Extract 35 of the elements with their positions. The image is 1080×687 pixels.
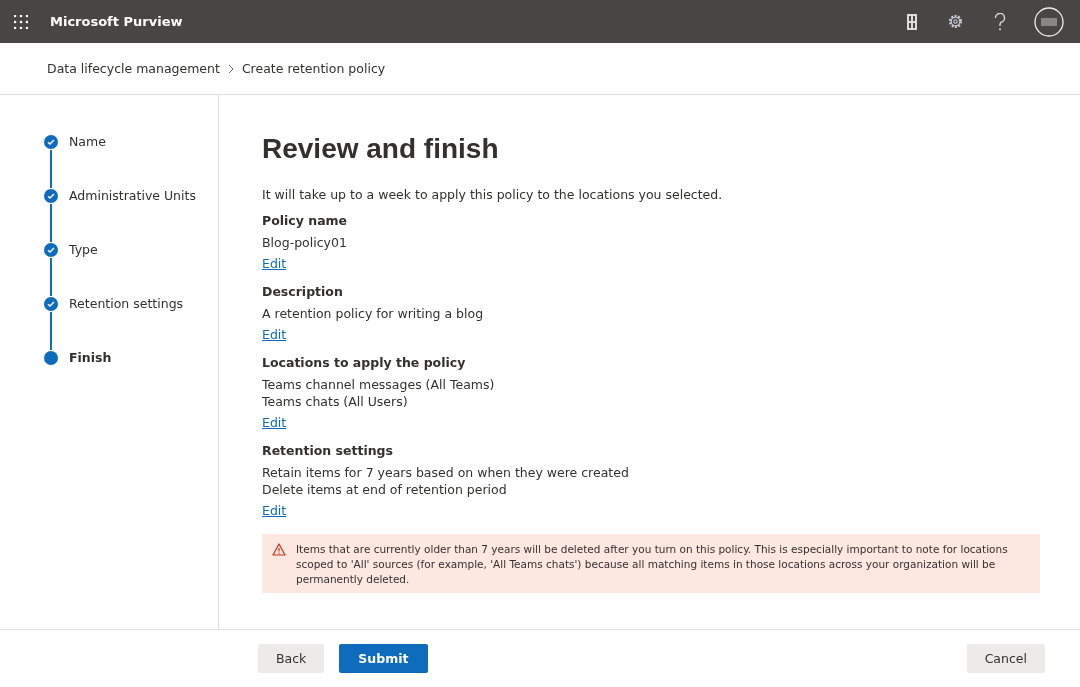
cancel-button[interactable]: Cancel [966, 644, 1045, 673]
section-heading: Retention settings [262, 442, 394, 459]
avatar-icon[interactable] [1034, 6, 1064, 37]
step-label[interactable]: Finish [69, 351, 112, 365]
section-heading: Locations to apply the policy [262, 354, 467, 371]
grid-icon[interactable] [907, 13, 917, 30]
section-value: A retention policy for writing a blog [262, 305, 485, 322]
app-launcher-icon[interactable] [14, 14, 28, 29]
section-value: Blog-policy01 [262, 234, 348, 251]
submit-button[interactable]: Submit [339, 644, 428, 673]
page-title: Review and finish [262, 133, 500, 165]
section-heading: Policy name [262, 212, 349, 229]
section-value: Teams chats (All Users) [262, 393, 409, 410]
section-value: Teams channel messages (All Teams) [262, 376, 496, 393]
section-heading: Description [262, 283, 344, 300]
step-label[interactable]: Retention settings [69, 297, 184, 351]
back-button[interactable]: Back [258, 644, 325, 673]
help-icon[interactable] [994, 12, 1006, 31]
section-value: Retain items for 7 years based on when they were created [262, 464, 630, 481]
warning-icon [272, 543, 286, 556]
edit-link[interactable]: Edit [262, 255, 287, 272]
warning-text: Items that are currently older than 7 years will be deleted after you turn on this policy. This is especially important to note for locations scoped to 'All' sources (for example, 'All Teams chats') because all matching items in those locations across your organization will be permanently deleted. [296, 542, 1009, 587]
chevron-icon [227, 63, 234, 74]
edit-link[interactable]: Edit [262, 326, 287, 343]
edit-link[interactable]: Edit [262, 502, 287, 519]
step-label[interactable]: Type [69, 243, 98, 297]
breadcrumb-item[interactable]: Data lifecycle management [47, 61, 220, 76]
section-value: Delete items at end of retention period [262, 481, 508, 498]
intro-text: It will take up to a week to apply this policy to the locations you selected. [262, 187, 724, 202]
step-label[interactable]: Name [69, 135, 106, 189]
app-title: Microsoft Purview [50, 14, 183, 29]
step-label[interactable]: Administrative Units [69, 189, 196, 243]
settings-icon[interactable] [947, 13, 964, 30]
breadcrumb-item: Create retention policy [241, 61, 386, 76]
edit-link[interactable]: Edit [262, 414, 287, 431]
